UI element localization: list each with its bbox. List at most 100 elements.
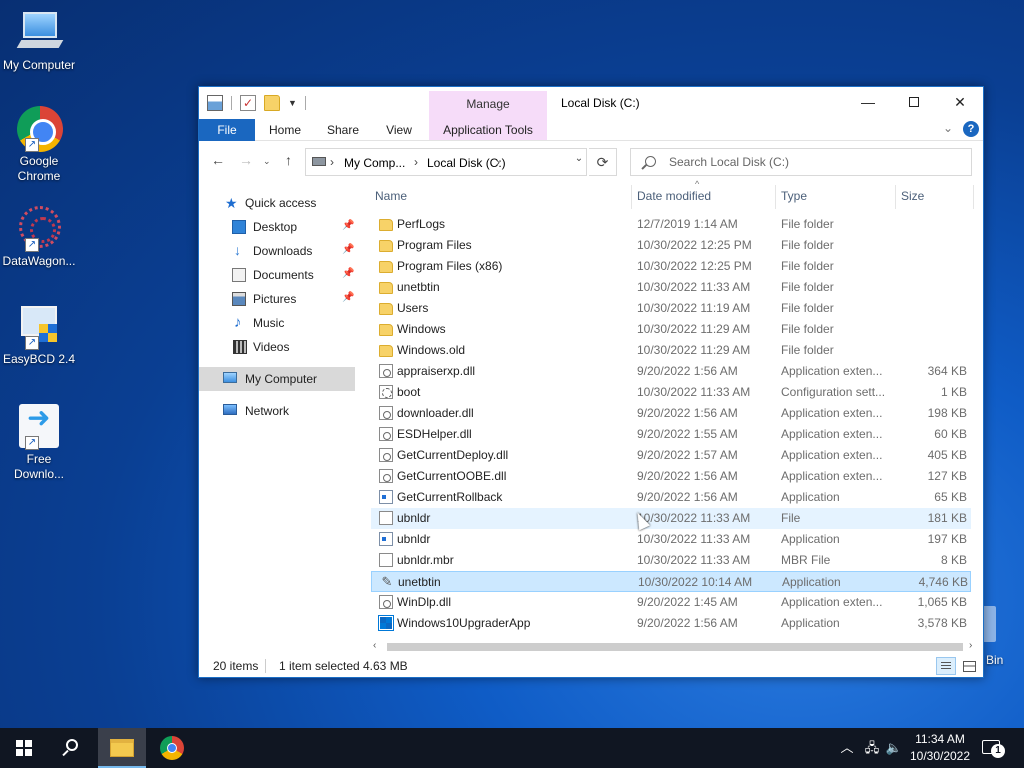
file-row[interactable]: Windows 10/30/2022 11:29 AM File folder xyxy=(371,319,971,340)
file-row[interactable]: ESDHelper.dll 9/20/2022 1:55 AM Applicatio… xyxy=(371,424,971,445)
file-type: MBR File xyxy=(781,553,831,567)
shortcut-arrow-icon: ↗ xyxy=(25,336,39,350)
file-type: File folder xyxy=(781,301,834,315)
column-header-name[interactable]: Name xyxy=(375,181,407,211)
scrollbar-thumb[interactable] xyxy=(387,643,963,651)
tab-file[interactable]: File xyxy=(199,119,255,141)
action-center-button[interactable]: 1 xyxy=(982,738,1005,758)
column-header-date-modified[interactable]: Date modified xyxy=(637,181,711,211)
search-box[interactable] xyxy=(630,148,972,176)
file-row[interactable]: ubnldr 10/30/2022 11:33 AM Application 197 … xyxy=(371,529,971,550)
column-divider[interactable] xyxy=(775,185,776,209)
recycle-bin-icon[interactable] xyxy=(982,606,996,642)
expand-ribbon-chevron-icon[interactable]: ⌄ xyxy=(943,121,953,135)
file-date-modified: 9/20/2022 1:56 AM xyxy=(637,616,738,630)
back-button[interactable]: ← xyxy=(211,152,225,168)
file-date-modified: 12/7/2019 1:14 AM xyxy=(637,217,738,231)
file-row[interactable]: PerfLogs 12/7/2019 1:14 AM File folder xyxy=(371,214,971,235)
address-dropdown-chevron-icon[interactable]: ⌄ xyxy=(568,153,590,164)
nav-item-my-computer[interactable]: My Computer xyxy=(199,367,355,391)
column-header-type[interactable]: Type xyxy=(781,181,807,211)
details-view-icon[interactable] xyxy=(936,657,956,675)
customize-qat-dropdown-icon[interactable]: ▼ xyxy=(288,98,297,108)
file-row[interactable]: ✎ unetbtin 10/30/2022 10:14 AM Application 4… xyxy=(371,571,971,592)
start-button[interactable] xyxy=(0,728,48,768)
file-row[interactable]: downloader.dll 9/20/2022 1:56 AM Applicati… xyxy=(371,403,971,424)
nav-item-quick-access[interactable]: ★ Quick access xyxy=(199,191,355,215)
refresh-button[interactable]: ⟳ xyxy=(589,148,617,176)
taskbar-chrome[interactable] xyxy=(148,728,196,768)
breadcrumb-chevron-icon[interactable]: › xyxy=(496,155,500,169)
taskbar-file-explorer[interactable] xyxy=(98,728,146,768)
column-divider[interactable] xyxy=(895,185,896,209)
file-row[interactable]: ubnldr.mbr 10/30/2022 11:33 AM MBR File 8 K… xyxy=(371,550,971,571)
tab-share[interactable]: Share xyxy=(315,119,371,141)
search-input[interactable] xyxy=(667,153,957,171)
scroll-left-arrow-icon[interactable]: ‹ xyxy=(373,640,376,651)
volume-icon[interactable]: 🔈 xyxy=(884,728,904,768)
close-button[interactable]: ✕ xyxy=(937,87,983,117)
file-row[interactable]: Program Files (x86) 10/30/2022 12:25 PM Fi… xyxy=(371,256,971,277)
column-header-size[interactable]: Size xyxy=(901,181,924,211)
maximize-button[interactable] xyxy=(891,87,937,117)
forward-button[interactable]: → xyxy=(239,152,253,168)
desktop-icon-datawagon[interactable]: ↗ DataWagon... xyxy=(0,204,78,269)
nav-item-videos[interactable]: Videos xyxy=(199,335,355,359)
file-row[interactable]: GetCurrentDeploy.dll 9/20/2022 1:57 AM App… xyxy=(371,445,971,466)
taskbar-search-button[interactable] xyxy=(48,728,96,768)
minimize-button[interactable]: — xyxy=(845,87,891,117)
pin-icon[interactable]: 📌 xyxy=(342,220,354,231)
pin-icon[interactable]: 📌 xyxy=(342,244,354,255)
breadcrumb-chevron-icon[interactable]: › xyxy=(330,155,334,169)
desktop-icon-google-chrome[interactable]: ↗ Google Chrome xyxy=(0,104,78,184)
checkmark-properties-icon[interactable]: ✓ xyxy=(240,95,256,111)
nav-item-downloads[interactable]: ↓ Downloads 📌 xyxy=(199,239,355,263)
desktop-icon-free-download-manager[interactable]: ↗ Free Downlo... xyxy=(0,402,78,482)
file-row[interactable]: GetCurrentOOBE.dll 9/20/2022 1:56 AM Appli… xyxy=(371,466,971,487)
horizontal-scrollbar[interactable]: ‹ › xyxy=(371,639,983,655)
nav-item-desktop[interactable]: Desktop 📌 xyxy=(199,215,355,239)
tab-view[interactable]: View xyxy=(371,119,427,141)
pin-icon[interactable]: 📌 xyxy=(342,292,354,303)
videos-icon xyxy=(233,340,247,354)
breadcrumb-my-computer[interactable]: My Comp... xyxy=(344,156,405,170)
tab-application-tools[interactable]: Application Tools xyxy=(429,119,547,141)
folder-icon xyxy=(379,303,393,315)
system-clock[interactable]: 11:34 AM 10/30/2022 xyxy=(902,731,978,765)
file-row[interactable]: ubnldr 10/30/2022 11:33 AM File 181 KB xyxy=(371,508,971,529)
file-row[interactable]: Windows.old 10/30/2022 11:29 AM File folde… xyxy=(371,340,971,361)
scroll-right-arrow-icon[interactable]: › xyxy=(969,640,972,651)
file-row[interactable]: boot 10/30/2022 11:33 AM Configuration set… xyxy=(371,382,971,403)
file-date-modified: 9/20/2022 1:56 AM xyxy=(637,469,738,483)
file-row[interactable]: appraiserxp.dll 9/20/2022 1:56 AM Applicat… xyxy=(371,361,971,382)
up-button[interactable]: ↑ xyxy=(285,152,292,168)
nav-item-network[interactable]: Network xyxy=(199,399,355,423)
title-bar[interactable]: ✓ ▼ Manage Local Disk (C:) — ✕ xyxy=(199,87,983,141)
desktop-icon-my-computer[interactable]: My Computer xyxy=(0,8,78,73)
recent-locations-chevron-icon[interactable]: ⌄ xyxy=(263,156,271,167)
column-divider[interactable] xyxy=(631,185,632,209)
file-date-modified: 9/20/2022 1:57 AM xyxy=(637,448,738,462)
nav-item-music[interactable]: ♪ Music xyxy=(199,311,355,335)
show-hidden-icons-chevron-icon[interactable]: ︿ xyxy=(838,728,856,768)
pin-icon[interactable]: 📌 xyxy=(342,268,354,279)
file-row[interactable]: unetbtin 10/30/2022 11:33 AM File folder xyxy=(371,277,971,298)
file-row[interactable]: Program Files 10/30/2022 12:25 PM File fol… xyxy=(371,235,971,256)
file-row[interactable]: GetCurrentRollback 9/20/2022 1:56 AM Appli… xyxy=(371,487,971,508)
file-row[interactable]: WinDlp.dll 9/20/2022 1:45 AM Application e… xyxy=(371,592,971,613)
file-row[interactable]: Windows10UpgraderApp 9/20/2022 1:56 AM App… xyxy=(371,613,971,634)
desktop-icon-easybcd[interactable]: ↗ EasyBCD 2.4 xyxy=(0,302,78,367)
breadcrumb-chevron-icon[interactable]: › xyxy=(414,155,418,169)
network-tray-icon[interactable]: 🖧 xyxy=(862,728,882,768)
help-icon[interactable]: ? xyxy=(963,121,979,137)
tab-home[interactable]: Home xyxy=(255,119,315,141)
nav-item-documents[interactable]: Documents 📌 xyxy=(199,263,355,287)
file-row[interactable]: Users 10/30/2022 11:19 AM File folder xyxy=(371,298,971,319)
properties-icon[interactable] xyxy=(207,95,223,111)
breadcrumb-local-disk[interactable]: Local Disk (C:) xyxy=(427,156,506,170)
address-bar[interactable]: › My Comp... › Local Disk (C:) › ⌄ xyxy=(305,148,587,176)
new-folder-icon[interactable] xyxy=(264,95,280,111)
large-icons-view-icon[interactable] xyxy=(960,657,978,675)
nav-item-pictures[interactable]: Pictures 📌 xyxy=(199,287,355,311)
column-divider[interactable] xyxy=(973,185,974,209)
